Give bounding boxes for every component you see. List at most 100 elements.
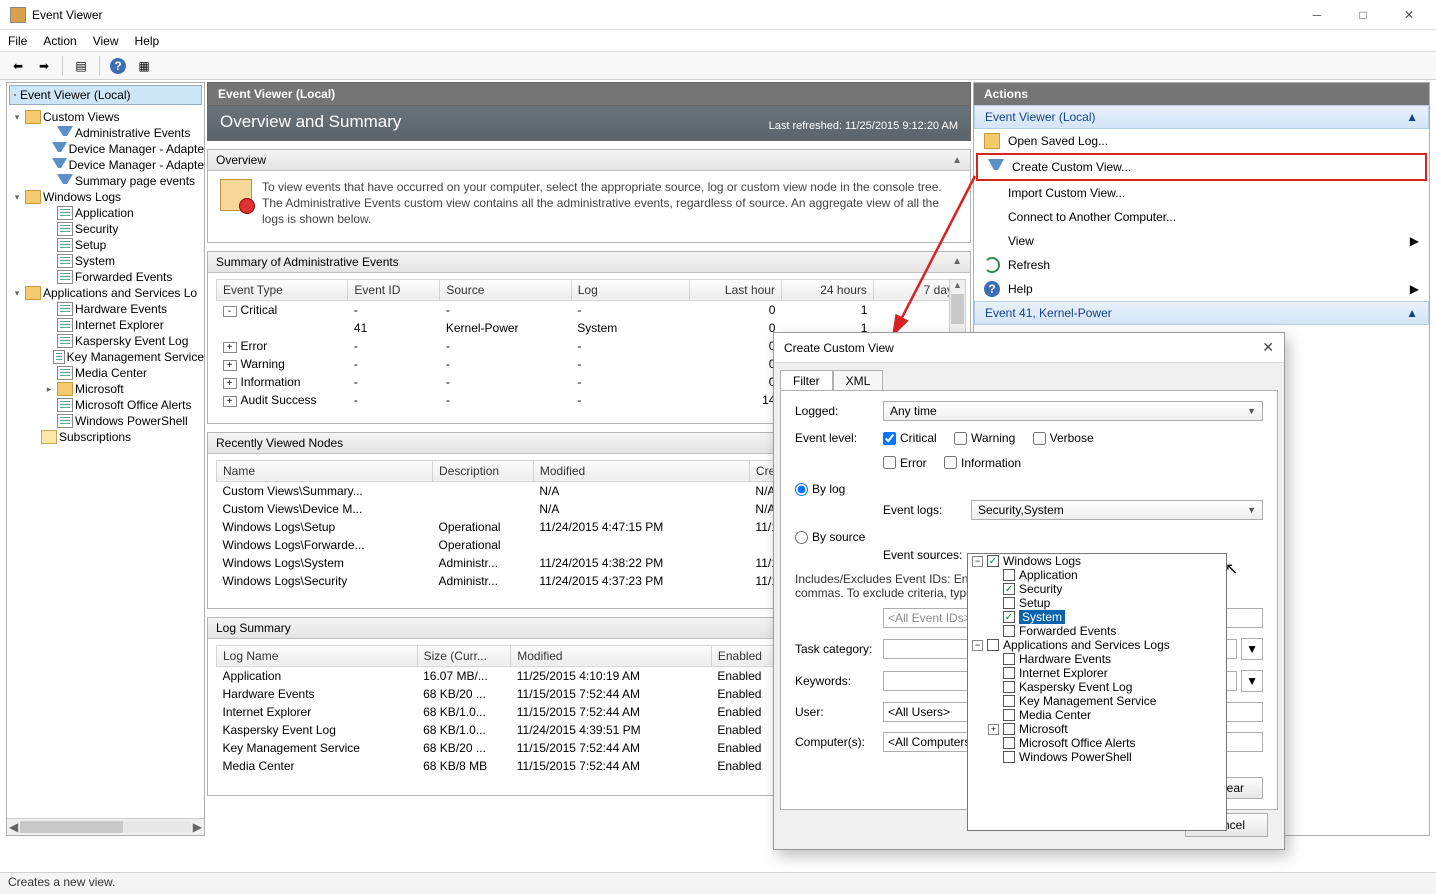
- tree-item[interactable]: System: [11, 253, 204, 269]
- column-header[interactable]: Modified: [511, 645, 712, 666]
- tab-filter[interactable]: Filter: [780, 370, 833, 391]
- chk-warning[interactable]: Warning: [954, 431, 1015, 445]
- collapse-icon[interactable]: ▲: [952, 256, 962, 267]
- radio-by-log[interactable]: By log: [795, 482, 845, 496]
- collapse-icon[interactable]: ▲: [1406, 306, 1418, 320]
- tree-item[interactable]: Internet Explorer: [11, 317, 204, 333]
- maximize-button[interactable]: □: [1340, 0, 1386, 30]
- checkbox-icon[interactable]: [1003, 583, 1015, 595]
- column-header[interactable]: 24 hours: [781, 279, 873, 300]
- checkbox-icon[interactable]: [1003, 681, 1015, 693]
- tab-xml[interactable]: XML: [833, 370, 884, 391]
- tree-subscriptions[interactable]: Subscriptions: [11, 429, 204, 445]
- logtree-item[interactable]: Media Center: [968, 708, 1226, 722]
- column-header[interactable]: Modified: [533, 460, 749, 481]
- logtree-item[interactable]: Application: [968, 568, 1226, 582]
- tree-root[interactable]: Event Viewer (Local): [9, 85, 202, 105]
- checkbox-icon[interactable]: [1003, 667, 1015, 679]
- column-header[interactable]: Last hour: [690, 279, 782, 300]
- action-create-custom-view[interactable]: Create Custom View...: [978, 155, 1425, 179]
- checkbox-icon[interactable]: [1003, 597, 1015, 609]
- properties-button[interactable]: ▦: [132, 55, 156, 77]
- column-header[interactable]: Size (Curr...: [417, 645, 511, 666]
- logtree-item[interactable]: +Microsoft: [968, 722, 1226, 736]
- logtree-item[interactable]: Microsoft Office Alerts: [968, 736, 1226, 750]
- tree-item[interactable]: Microsoft Office Alerts: [11, 397, 204, 413]
- logtree-app-services[interactable]: −Applications and Services Logs: [968, 638, 1226, 652]
- tree-app-services[interactable]: ▾Applications and Services Lo: [11, 285, 204, 301]
- task-category-dropdown[interactable]: ▼: [1241, 638, 1263, 660]
- action-help[interactable]: ?Help▶: [974, 277, 1429, 301]
- action-refresh[interactable]: Refresh: [974, 253, 1429, 277]
- tree-item[interactable]: Setup: [11, 237, 204, 253]
- logtree-windows-logs[interactable]: −Windows Logs: [968, 554, 1226, 568]
- tree-item[interactable]: Security: [11, 221, 204, 237]
- tree-custom-views[interactable]: ▾Custom Views: [11, 109, 204, 125]
- tree-item[interactable]: Kaspersky Event Log: [11, 333, 204, 349]
- logtree-item[interactable]: System: [968, 610, 1226, 624]
- checkbox-icon[interactable]: [1003, 751, 1015, 763]
- column-header[interactable]: Source: [440, 279, 571, 300]
- logged-select[interactable]: Any time▼: [883, 401, 1263, 421]
- checkbox-icon[interactable]: [1003, 709, 1015, 721]
- action-open-saved-log[interactable]: Open Saved Log...: [974, 129, 1429, 153]
- menu-file[interactable]: File: [8, 34, 27, 48]
- forward-button[interactable]: ➡: [32, 55, 56, 77]
- logtree-item[interactable]: Security: [968, 582, 1226, 596]
- logtree-item[interactable]: Forwarded Events: [968, 624, 1226, 638]
- checkbox-icon[interactable]: [1003, 695, 1015, 707]
- tree-item[interactable]: Application: [11, 205, 204, 221]
- keywords-dropdown[interactable]: ▼: [1241, 670, 1263, 692]
- show-hide-tree-button[interactable]: ▤: [69, 55, 93, 77]
- tree-windows-logs[interactable]: ▾Windows Logs: [11, 189, 204, 205]
- menu-action[interactable]: Action: [43, 34, 76, 48]
- radio-by-source[interactable]: By source: [795, 530, 865, 544]
- checkbox-icon[interactable]: [1003, 737, 1015, 749]
- column-header[interactable]: Description: [433, 460, 534, 481]
- checkbox-icon[interactable]: [1003, 625, 1015, 637]
- chk-verbose[interactable]: Verbose: [1033, 431, 1094, 445]
- dialog-close-button[interactable]: ✕: [1262, 339, 1274, 356]
- action-import-custom-view[interactable]: Import Custom View...: [974, 181, 1429, 205]
- logtree-item[interactable]: Hardware Events: [968, 652, 1226, 666]
- checkbox-icon[interactable]: [1003, 653, 1015, 665]
- column-header[interactable]: Name: [217, 460, 433, 481]
- close-button[interactable]: ✕: [1386, 0, 1432, 30]
- tree-item[interactable]: Hardware Events: [11, 301, 204, 317]
- tree-item[interactable]: Forwarded Events: [11, 269, 204, 285]
- column-header[interactable]: Event Type: [217, 279, 348, 300]
- action-connect-computer[interactable]: Connect to Another Computer...: [974, 205, 1429, 229]
- minimize-button[interactable]: ─: [1294, 0, 1340, 30]
- logtree-item[interactable]: Setup: [968, 596, 1226, 610]
- tree-item[interactable]: Key Management Service: [11, 349, 204, 365]
- menu-help[interactable]: Help: [135, 34, 160, 48]
- tree-item[interactable]: Administrative Events: [11, 125, 204, 141]
- logtree-item[interactable]: Windows PowerShell: [968, 750, 1226, 764]
- logtree-item[interactable]: Kaspersky Event Log: [968, 680, 1226, 694]
- menu-view[interactable]: View: [93, 34, 119, 48]
- logtree-item[interactable]: Key Management Service: [968, 694, 1226, 708]
- column-header[interactable]: Log Name: [217, 645, 418, 666]
- back-button[interactable]: ⬅: [6, 55, 30, 77]
- tree-item[interactable]: Device Manager - Adapte: [11, 141, 204, 157]
- chk-error[interactable]: Error: [883, 456, 927, 470]
- checkbox-icon[interactable]: [1003, 723, 1015, 735]
- column-header[interactable]: Log: [571, 279, 689, 300]
- tree-horizontal-scrollbar[interactable]: ◀▶: [7, 818, 204, 835]
- chk-critical[interactable]: Critical: [883, 431, 937, 445]
- chk-information[interactable]: Information: [944, 456, 1021, 470]
- collapse-icon[interactable]: ▲: [1406, 110, 1418, 124]
- tree-item[interactable]: Media Center: [11, 365, 204, 381]
- help-button[interactable]: ?: [106, 55, 130, 77]
- checkbox-icon[interactable]: [1003, 569, 1015, 581]
- column-header[interactable]: Event ID: [348, 279, 440, 300]
- checkbox-icon[interactable]: [987, 555, 999, 567]
- action-view[interactable]: View▶: [974, 229, 1429, 253]
- tree-item[interactable]: ▸Microsoft: [11, 381, 204, 397]
- event-logs-select[interactable]: Security,System▼: [971, 500, 1263, 520]
- tree-item[interactable]: Windows PowerShell: [11, 413, 204, 429]
- checkbox-icon[interactable]: [1003, 611, 1015, 623]
- tree-item[interactable]: Summary page events: [11, 173, 204, 189]
- table-row[interactable]: -Critical---011: [217, 300, 966, 319]
- collapse-icon[interactable]: ▲: [952, 155, 962, 166]
